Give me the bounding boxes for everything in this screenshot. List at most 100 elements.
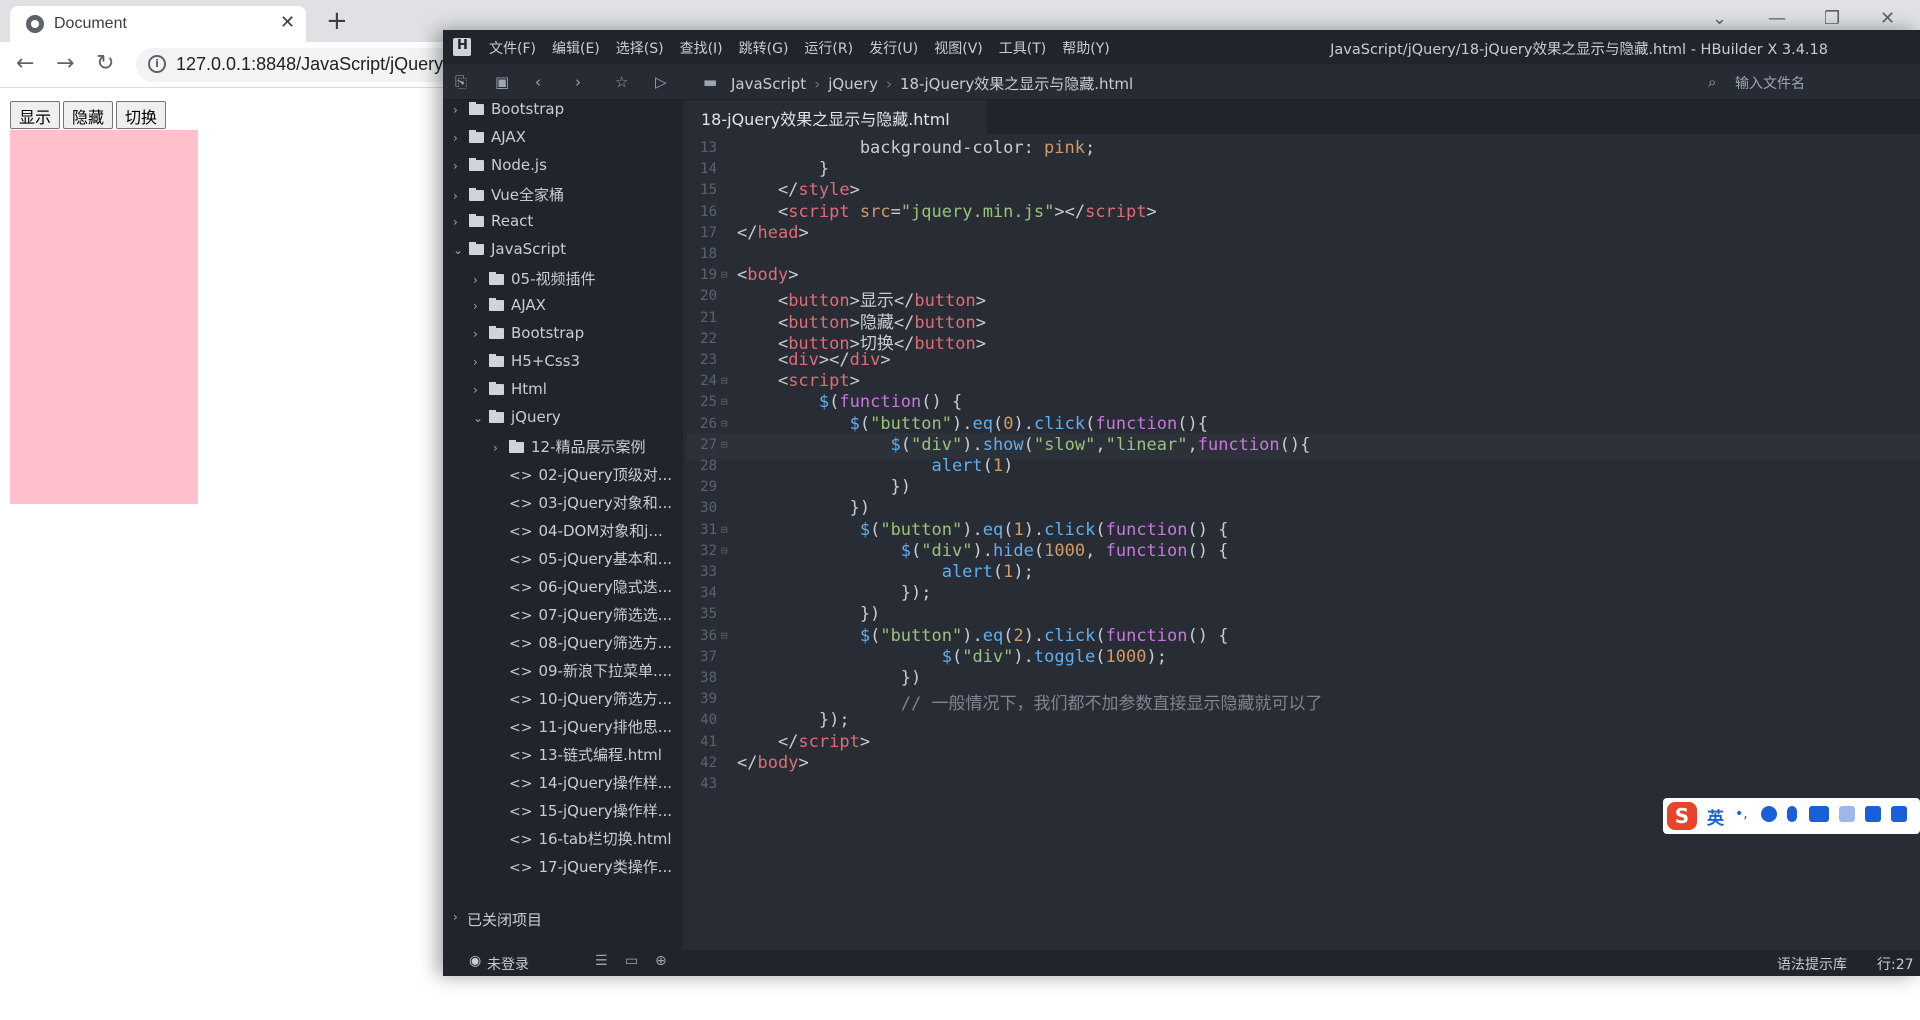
chevron-right-icon[interactable]: ›	[453, 215, 469, 229]
terminal-icon[interactable]: ▭	[625, 953, 638, 969]
sogou-logo-icon[interactable]: S	[1667, 802, 1697, 830]
toggle-button[interactable]: 切换	[116, 101, 167, 129]
breadcrumb-item[interactable]: 18-jQuery效果之显示与隐藏.html	[900, 75, 1133, 93]
menu-item[interactable]: 选择(S)	[616, 41, 664, 57]
chevron-right-icon: ›	[453, 910, 458, 924]
chevron-down-icon[interactable]: ⌄	[473, 411, 489, 425]
tree-folder[interactable]: ⌄ jQuery	[473, 408, 561, 436]
tree-file[interactable]: <> 03-jQuery对象和...	[493, 492, 672, 520]
minimize-icon[interactable]: —	[1768, 8, 1786, 29]
save-icon[interactable]: ▣	[495, 73, 509, 91]
new-file-icon[interactable]: ⎘	[455, 73, 467, 91]
tree-file[interactable]: <> 13-链式编程.html	[493, 744, 662, 772]
login-status[interactable]: 未登录	[487, 954, 529, 974]
chevron-right-icon[interactable]: ›	[473, 383, 489, 397]
fold-toggle-icon[interactable]: ⊟	[721, 268, 728, 281]
tree-folder[interactable]: › 05-视频插件	[473, 268, 596, 296]
fold-toggle-icon[interactable]: ⊟	[721, 523, 728, 536]
fold-toggle-icon[interactable]: ⊟	[721, 395, 728, 408]
hide-button[interactable]: 隐藏	[63, 101, 114, 129]
tree-folder[interactable]: ⌄ JavaScript	[453, 240, 566, 268]
microphone-icon[interactable]	[1787, 806, 1797, 822]
chevron-right-icon[interactable]: ›	[453, 159, 469, 173]
tree-file[interactable]: <> 14-jQuery操作样...	[493, 772, 672, 800]
list-icon[interactable]: ☰	[595, 953, 608, 969]
file-search-input[interactable]: 输入文件名	[1735, 73, 1805, 93]
emoji-icon[interactable]	[1761, 806, 1777, 822]
menu-item[interactable]: 文件(F)	[489, 41, 536, 57]
tree-file[interactable]: <> 11-jQuery排他思...	[493, 716, 672, 744]
chevron-down-icon[interactable]: ⌄	[453, 243, 469, 257]
chevron-right-icon[interactable]: ›	[453, 103, 469, 117]
menu-item[interactable]: 工具(T)	[999, 41, 1046, 57]
keyboard-icon[interactable]	[1809, 806, 1829, 822]
tree-folder[interactable]: › Html	[473, 380, 547, 408]
chevron-right-icon[interactable]: ›	[473, 299, 489, 313]
fold-toggle-icon[interactable]: ⊟	[721, 374, 728, 387]
chevron-right-icon[interactable]: ›	[493, 441, 509, 455]
chevron-right-icon[interactable]: ›	[453, 131, 469, 145]
forward-nav-icon[interactable]: ›	[575, 73, 581, 91]
menu-item[interactable]: 帮助(Y)	[1062, 41, 1109, 57]
tree-file[interactable]: <> 08-jQuery筛选方...	[493, 632, 672, 660]
tree-file[interactable]: <> 10-jQuery筛选方...	[493, 688, 672, 716]
tree-file[interactable]: <> 17-jQuery类操作...	[493, 856, 672, 884]
bookmark-star-icon[interactable]: ☆	[615, 73, 628, 91]
tree-file[interactable]: <> 15-jQuery操作样...	[493, 800, 672, 828]
browser-tab[interactable]: Document ✕	[10, 6, 306, 42]
menu-item[interactable]: 运行(R)	[804, 41, 853, 57]
tree-folder[interactable]: › Bootstrap	[453, 100, 564, 128]
tree-folder[interactable]: › 12-精品展示案例	[493, 436, 646, 464]
chevron-right-icon[interactable]: ›	[473, 355, 489, 369]
menu-item[interactable]: 发行(U)	[869, 41, 918, 57]
globe-status-icon[interactable]: ⊕	[655, 953, 667, 969]
fold-toggle-icon[interactable]: ⊟	[721, 629, 728, 642]
site-info-icon[interactable]: i	[148, 55, 166, 73]
closed-projects[interactable]: › 已关闭项目	[443, 906, 683, 936]
back-nav-icon[interactable]: ‹	[535, 73, 541, 91]
forward-icon[interactable]: →	[56, 52, 74, 76]
show-button[interactable]: 显示	[10, 101, 61, 129]
window-close-icon[interactable]: ✕	[1880, 8, 1895, 29]
tree-file[interactable]: <> 02-jQuery顶级对...	[493, 464, 672, 492]
fold-toggle-icon[interactable]: ⊟	[721, 544, 728, 557]
menu-item[interactable]: 跳转(G)	[739, 41, 789, 57]
restore-icon[interactable]: ❐	[1824, 8, 1840, 29]
tree-folder[interactable]: › Vue全家桶	[453, 184, 564, 212]
tree-folder[interactable]: › Bootstrap	[473, 324, 584, 352]
tree-folder[interactable]: › AJAX	[473, 296, 546, 324]
chevron-right-icon[interactable]: ›	[473, 327, 489, 341]
menu-item[interactable]: 查找(I)	[680, 41, 723, 57]
reload-icon[interactable]: ↻	[96, 52, 114, 76]
tab-search-chevron-icon[interactable]: ⌄	[1712, 8, 1727, 29]
tree-folder[interactable]: › Node.js	[453, 156, 547, 184]
fold-toggle-icon[interactable]: ⊟	[721, 417, 728, 430]
new-tab-icon[interactable]: +	[326, 6, 348, 36]
tree-file[interactable]: <> 16-tab栏切换.html	[493, 828, 672, 856]
tree-folder[interactable]: › AJAX	[453, 128, 526, 156]
editor-tab[interactable]: 18-jQuery效果之显示与隐藏.html	[687, 100, 987, 134]
user-skin-icon[interactable]	[1839, 806, 1855, 822]
shirt-icon[interactable]	[1865, 806, 1881, 822]
tree-file[interactable]: <> 06-jQuery隐式迭...	[493, 576, 672, 604]
menu-item[interactable]: 视图(V)	[934, 41, 983, 57]
tree-folder[interactable]: › React	[453, 212, 533, 240]
tree-file[interactable]: <> 07-jQuery筛选选...	[493, 604, 672, 632]
chevron-right-icon[interactable]: ›	[453, 189, 469, 203]
tree-folder[interactable]: › H5+Css3	[473, 352, 580, 380]
tab-close-icon[interactable]: ✕	[280, 12, 295, 33]
run-icon[interactable]: ▷	[655, 73, 667, 91]
ime-language[interactable]: 英	[1707, 804, 1724, 829]
syntax-hint-library[interactable]: 语法提示库	[1777, 954, 1847, 974]
tree-file[interactable]: <> 09-新浪下拉菜单....	[493, 660, 672, 688]
menu-item[interactable]: 编辑(E)	[552, 41, 600, 57]
punctuation-icon[interactable]: •,	[1735, 806, 1751, 822]
breadcrumb-item[interactable]: JavaScript	[731, 75, 806, 93]
tree-file[interactable]: <> 04-DOM对象和j...	[493, 520, 663, 548]
tree-file[interactable]: <> 05-jQuery基本和...	[493, 548, 672, 576]
breadcrumb-item[interactable]: jQuery	[828, 75, 878, 93]
chevron-right-icon[interactable]: ›	[473, 273, 489, 287]
fold-toggle-icon[interactable]: ⊟	[721, 438, 728, 451]
back-icon[interactable]: ←	[16, 52, 34, 76]
grid-menu-icon[interactable]	[1891, 806, 1907, 822]
